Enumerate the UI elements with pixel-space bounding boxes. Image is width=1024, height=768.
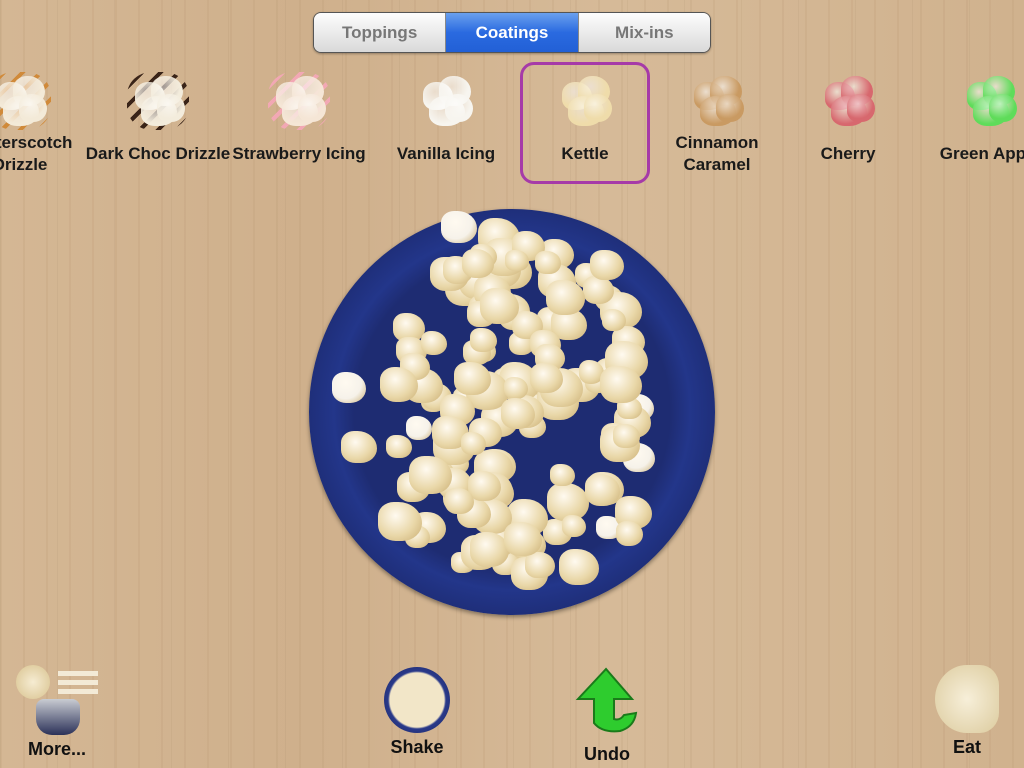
popcorn-piece [613, 424, 641, 449]
flavor-label: Dark Choc Drizzle [85, 144, 231, 163]
flavor-label: Kettle [561, 144, 609, 163]
more-popcorn-icon [14, 665, 100, 735]
popcorn-piece [546, 280, 585, 315]
popcorn-3-icon [415, 72, 477, 130]
popcorn-piece [601, 309, 627, 332]
popcorn-piece [530, 363, 564, 394]
eat-label: Eat [952, 737, 981, 757]
flavor-cherry[interactable]: Cherry [783, 62, 913, 184]
shake-button[interactable]: Shake [372, 665, 462, 758]
flavor-label: Butterscotch Drizzle [0, 133, 73, 174]
popcorn-piece [341, 431, 377, 464]
flavor-label: Strawberry Icing [232, 144, 366, 163]
popcorn-piece [444, 487, 474, 515]
more-label: More... [27, 739, 86, 759]
popcorn-piece [550, 464, 575, 487]
flavor-label: Cherry [820, 144, 876, 163]
flavor-green-apple[interactable]: Green Apple [925, 62, 1024, 184]
popcorn-piece [421, 331, 448, 355]
popcorn-0-icon [0, 72, 51, 130]
tab-coatings[interactable]: Coatings [446, 13, 579, 52]
flavor-butterscotch-drizzle[interactable]: Butterscotch Drizzle [0, 62, 85, 184]
popcorn-piece [405, 415, 433, 440]
popcorn-piece [582, 275, 614, 304]
popcorn-piece [615, 521, 644, 546]
flavor-strawberry-icing[interactable]: Strawberry Icing [232, 62, 366, 184]
category-segmented-control: Toppings Coatings Mix-ins [313, 12, 711, 53]
shake-bowl-icon [384, 667, 450, 733]
undo-arrow-icon [575, 667, 638, 733]
popcorn-piece [503, 377, 528, 400]
popcorn-piece [504, 522, 542, 556]
more-button[interactable]: More... [14, 665, 100, 760]
popcorn-piece [460, 431, 486, 455]
popcorn-piece [379, 367, 419, 403]
flavor-label: Vanilla Icing [396, 144, 496, 163]
undo-label: Undo [584, 744, 630, 764]
tab-toppings[interactable]: Toppings [314, 13, 447, 52]
flavor-kettle[interactable]: Kettle [520, 62, 650, 184]
flavor-label: Cinnamon Caramel [675, 133, 759, 174]
popcorn-piece [332, 372, 366, 403]
popcorn-piece [500, 398, 536, 430]
popcorn-piece [386, 434, 413, 458]
popcorn-4-icon [554, 72, 616, 130]
undo-button[interactable]: Undo [562, 665, 652, 765]
popcorn-piece [561, 514, 587, 537]
popcorn-piece [461, 248, 494, 278]
popcorn-piece [584, 474, 621, 507]
popcorn-piece [470, 327, 498, 353]
popcorn-7-icon [959, 72, 1021, 130]
popcorn-piece [534, 250, 561, 275]
popcorn-1-icon [127, 72, 189, 130]
flavor-label: Green Apple [939, 144, 1024, 163]
popcorn-piece [441, 211, 477, 244]
popcorn-piece [504, 249, 529, 272]
popcorn-piece [600, 365, 642, 403]
popcorn-piece [525, 551, 555, 579]
popcorn-6-icon [817, 72, 879, 130]
flavor-vanilla-icing[interactable]: Vanilla Icing [381, 62, 511, 184]
popcorn-piece [377, 501, 422, 542]
tab-mix-ins[interactable]: Mix-ins [578, 13, 710, 52]
popcorn-5-icon [686, 72, 748, 130]
popcorn-plate[interactable] [309, 209, 715, 615]
eat-button[interactable]: Eat [922, 665, 1012, 758]
popcorn-piece [559, 549, 599, 585]
shake-label: Shake [390, 737, 444, 757]
popcorn-piece [453, 361, 491, 396]
flavor-dark-choc-drizzle[interactable]: Dark Choc Drizzle [86, 62, 230, 184]
popcorn-piece [589, 249, 624, 281]
flavor-cinnamon-caramel[interactable]: Cinnamon Caramel [652, 62, 782, 184]
eat-popcorn-icon [935, 665, 999, 733]
popcorn-2-icon [268, 72, 330, 130]
